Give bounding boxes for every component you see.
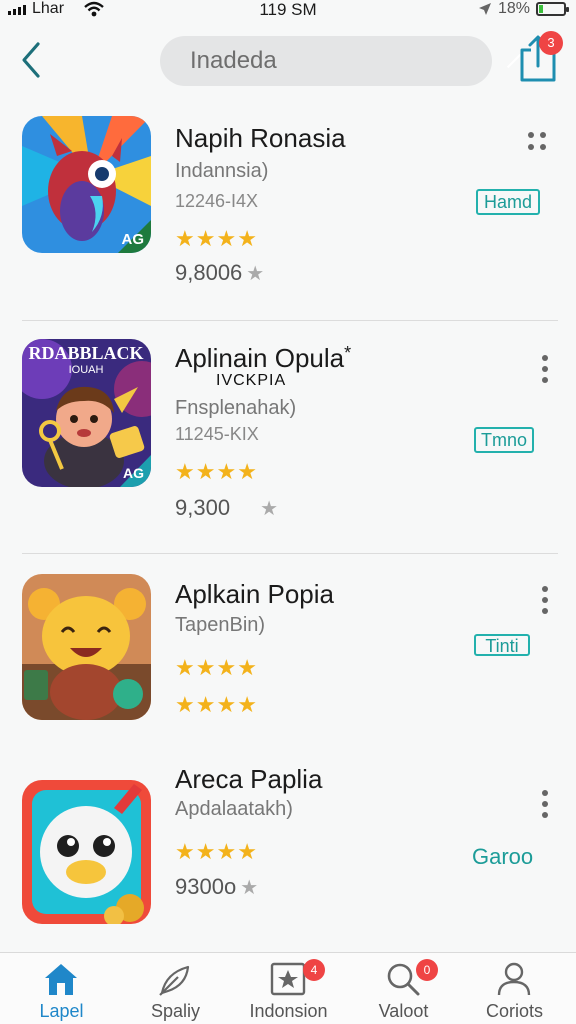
more-options-icon[interactable] [536,790,554,823]
star-icon: ★ [237,692,258,717]
app-meta: 11245-KIX [175,424,259,444]
app-name[interactable]: Napih Ronasia [175,123,346,154]
app-list-item[interactable]: AG Napih Ronasia Indannsia) 12246-I4X ★★… [0,0,576,320]
tab-label: Lapel [39,1001,84,1021]
star-icon: ★ [246,263,265,285]
tab-featured[interactable]: 4 Indonsion [231,953,346,1024]
star-icon: ★ [240,877,259,899]
home-icon [45,964,77,995]
star-icon: ★ [175,692,196,717]
notification-badge: 0 [416,959,438,981]
star-icon: ★ [237,839,258,864]
app-subtitle: Indannsia) [175,160,269,182]
star-box-icon [270,962,306,996]
star-rating: ★★★★ [175,459,258,485]
tab-profile[interactable]: Coriots [457,953,572,1024]
app-action-button[interactable]: Garoo [470,842,534,869]
tab-label: Valoot [378,1001,429,1021]
rating-count-value: 9300o [175,874,237,899]
profile-icon [497,962,531,996]
owl-creature-artwork: AG [22,116,151,253]
app-subtitle: Apdalaatakh) [175,798,293,820]
star-icon: ★ [195,839,217,864]
star-icon: ★ [175,459,196,484]
app-list-item[interactable]: AG RDABBLACK IOUAH Aplinain Opula* IVCKP… [0,321,576,553]
app-name-text: Aplinain Opula [175,343,345,373]
star-rating: ★★★★ [175,655,258,681]
app-name[interactable]: Areca Paplia [175,764,322,795]
tab-feather[interactable]: Spaliy [118,953,233,1024]
star-icon: ★ [195,226,217,251]
star-icon: ★ [216,655,238,680]
star-icon: ★ [237,459,258,484]
star-icon: ★ [175,655,196,680]
app-action-button[interactable]: Tmno [474,427,534,453]
rating-count-value: 9,300 [175,495,231,520]
star-icon: ★ [195,655,217,680]
star-rating: ★★★★ [175,226,258,252]
tab-search[interactable]: 0 Valoot [346,953,461,1024]
tab-label: Spaliy [150,1001,201,1021]
star-icon: ★ [175,839,196,864]
svg-text:AG: AG [123,465,144,481]
app-name-suffix: * [344,343,352,363]
app-icon-bird[interactable] [22,780,151,924]
app-action-button[interactable]: Hamd [476,189,540,215]
tab-label: Coriots [485,1001,543,1021]
app-subtitle: TapenBin) [175,614,266,636]
app-subtitle: Fnsplenahak) [175,397,297,419]
icon-caption: RDABBLACK [28,343,143,363]
app-name[interactable]: Aplkain Popia [175,579,334,610]
app-name[interactable]: Aplinain Opula* [175,343,351,374]
tab-bar: Lapel Spaliy 4 Indonsion 0 Valoot Coriot… [0,952,576,1024]
star-icon: ★ [216,839,238,864]
star-icon: ★ [260,498,278,520]
app-meta: 12246-I4X [175,191,259,211]
app-tagline: IVCKPIA [216,372,287,389]
app-list-item[interactable]: Aplkain Popia TapenBin) ★★★★ ★★★★ Tinti [0,554,576,754]
star-icon: ★ [237,226,258,251]
tab-home[interactable]: Lapel [4,953,119,1024]
star-icon: ★ [216,459,238,484]
star-rating: ★★★★ [175,692,258,718]
star-rating: ★★★★ [175,839,258,865]
rating-count-value: 9,8006 [175,260,243,285]
icon-caption-2: IOUAH [69,364,104,376]
hamster-artwork [22,574,151,720]
notification-badge: 4 [303,959,325,981]
rating-count: 9,8006 ★ [175,260,264,286]
more-options-icon[interactable] [528,132,550,150]
svg-text:AG: AG [122,231,145,248]
more-options-icon[interactable] [536,355,554,388]
more-options-icon[interactable] [536,586,554,619]
star-icon: ★ [216,692,238,717]
app-icon-character[interactable]: AG RDABBLACK IOUAH [22,339,151,487]
app-icon-creature[interactable]: AG [22,116,151,253]
app-action-button[interactable]: Tinti [474,634,530,656]
star-icon: ★ [237,655,258,680]
rating-count: 9300o ★ [175,874,258,900]
adventurer-artwork: AG RDABBLACK IOUAH [22,339,151,487]
rating-count: 9,300 ★ [175,495,278,521]
app-icon-hamster[interactable] [22,574,151,720]
star-icon: ★ [216,226,238,251]
app-list-item[interactable]: Areca Paplia Apdalaatakh) ★★★★ 9300o ★ Ga… [0,754,576,950]
star-icon: ★ [195,459,217,484]
star-icon: ★ [175,226,196,251]
bird-artwork [22,780,151,924]
feather-icon [159,965,190,996]
tab-label: Indonsion [249,1001,328,1021]
star-icon: ★ [195,692,217,717]
